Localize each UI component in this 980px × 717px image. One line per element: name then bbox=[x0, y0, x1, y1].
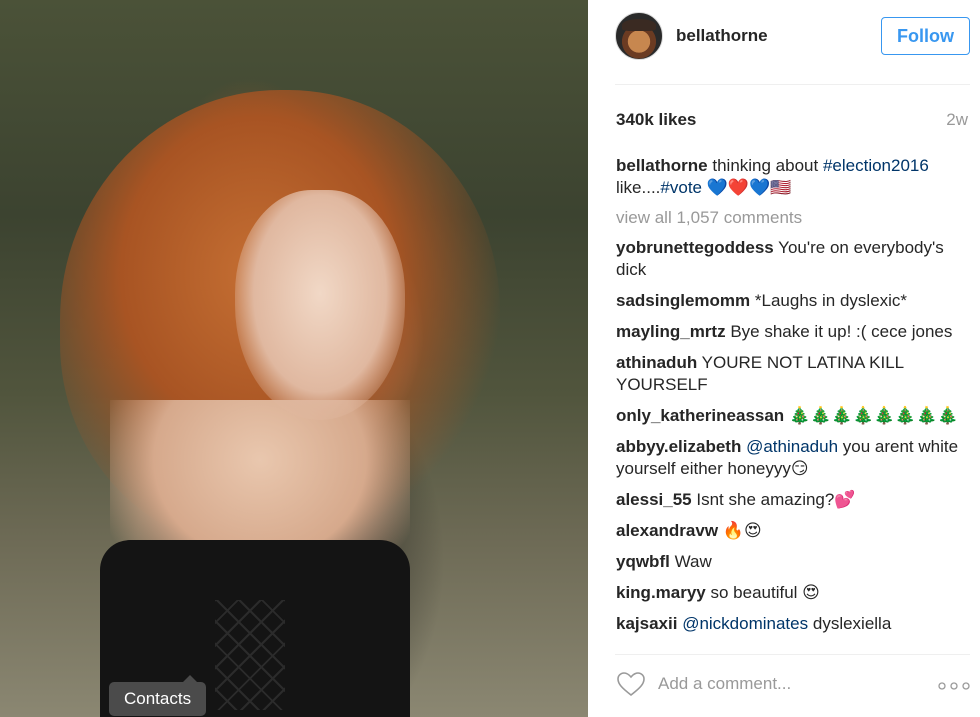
post-age[interactable]: 2w bbox=[946, 110, 968, 130]
comment-item: mayling_mrtz Bye shake it up! :( cece jo… bbox=[616, 321, 971, 343]
comment-item: king.maryy so beautiful 😍 bbox=[616, 582, 971, 604]
comment-text: so beautiful 😍 bbox=[710, 583, 820, 602]
comment-username[interactable]: alessi_55 bbox=[616, 490, 692, 509]
caption-text: thinking about bbox=[712, 156, 823, 175]
comment-text: 🎄🎄🎄🎄🎄🎄🎄🎄 bbox=[788, 406, 959, 425]
post-caption: bellathorne thinking about #election2016… bbox=[616, 155, 971, 199]
hashtag-election2016[interactable]: #election2016 bbox=[823, 156, 929, 175]
view-all-comments-link[interactable]: view all 1,057 comments bbox=[616, 207, 971, 229]
caption-text-middle: like.... bbox=[616, 178, 661, 197]
more-options-icon[interactable] bbox=[938, 682, 970, 690]
comment-item: alexandravw 🔥😍 bbox=[616, 520, 971, 542]
like-count[interactable]: 340k likes bbox=[616, 110, 696, 130]
comment-username[interactable]: yqwbfl bbox=[616, 552, 670, 571]
comment-text: Isnt she amazing?💕 bbox=[696, 490, 856, 509]
post-header: bellathorne Follow bbox=[588, 0, 980, 84]
post-photo[interactable] bbox=[0, 0, 588, 717]
comment-text: 🔥😍 bbox=[722, 521, 762, 540]
photo-face bbox=[235, 190, 405, 420]
comment-text: *Laughs in dyslexic* bbox=[754, 291, 908, 310]
comment-mention[interactable]: @nickdominates bbox=[682, 614, 808, 633]
comment-username[interactable]: athinaduh bbox=[616, 353, 697, 372]
comment-item: only_katherineassan 🎄🎄🎄🎄🎄🎄🎄🎄 bbox=[616, 405, 971, 427]
comment-mention[interactable]: @athinaduh bbox=[746, 437, 838, 456]
comment-username[interactable]: mayling_mrtz bbox=[616, 322, 726, 341]
header-divider bbox=[615, 84, 970, 85]
comment-username[interactable]: sadsinglemomm bbox=[616, 291, 750, 310]
caption-emoji: 💙❤️💙🇺🇸 bbox=[702, 178, 792, 197]
caption-username[interactable]: bellathorne bbox=[616, 156, 708, 175]
heart-icon[interactable] bbox=[616, 671, 646, 697]
comment-text: Bye shake it up! :( cece jones bbox=[730, 322, 953, 341]
photo-lacing bbox=[215, 600, 285, 710]
comment-item: yqwbfl Waw bbox=[616, 551, 971, 573]
comment-item: sadsinglemomm *Laughs in dyslexic* bbox=[616, 290, 971, 312]
comment-username[interactable]: yobrunettegoddess bbox=[616, 238, 774, 257]
hashtag-vote[interactable]: #vote bbox=[660, 178, 702, 197]
comment-username[interactable]: only_katherineassan bbox=[616, 406, 784, 425]
comment-item: yobrunettegoddess You're on everybody's … bbox=[616, 237, 971, 281]
comment-username[interactable]: abbyy.elizabeth bbox=[616, 437, 741, 456]
footer-divider bbox=[615, 654, 970, 655]
comment-item: kajsaxii @nickdominates dyslexiella bbox=[616, 613, 971, 635]
author-username[interactable]: bellathorne bbox=[676, 26, 768, 46]
comment-text: Waw bbox=[674, 552, 712, 571]
post-details-panel: bellathorne Follow 340k likes 2w bellath… bbox=[588, 0, 980, 717]
follow-button[interactable]: Follow bbox=[881, 17, 970, 55]
comment-username[interactable]: kajsaxii bbox=[616, 614, 677, 633]
comment-username[interactable]: alexandravw bbox=[616, 521, 718, 540]
avatar[interactable] bbox=[615, 12, 663, 60]
comment-item: abbyy.elizabeth @athinaduh you arent whi… bbox=[616, 436, 971, 480]
comment-username[interactable]: king.maryy bbox=[616, 583, 706, 602]
comment-text: dyslexiella bbox=[812, 614, 892, 633]
comment-list: bellathorne thinking about #election2016… bbox=[616, 155, 971, 644]
comment-item: athinaduh YOURE NOT LATINA KILL YOURSELF bbox=[616, 352, 971, 396]
contacts-tooltip: Contacts bbox=[109, 675, 207, 716]
add-comment-input[interactable] bbox=[658, 670, 918, 698]
comment-item: alessi_55 Isnt she amazing?💕 bbox=[616, 489, 971, 511]
